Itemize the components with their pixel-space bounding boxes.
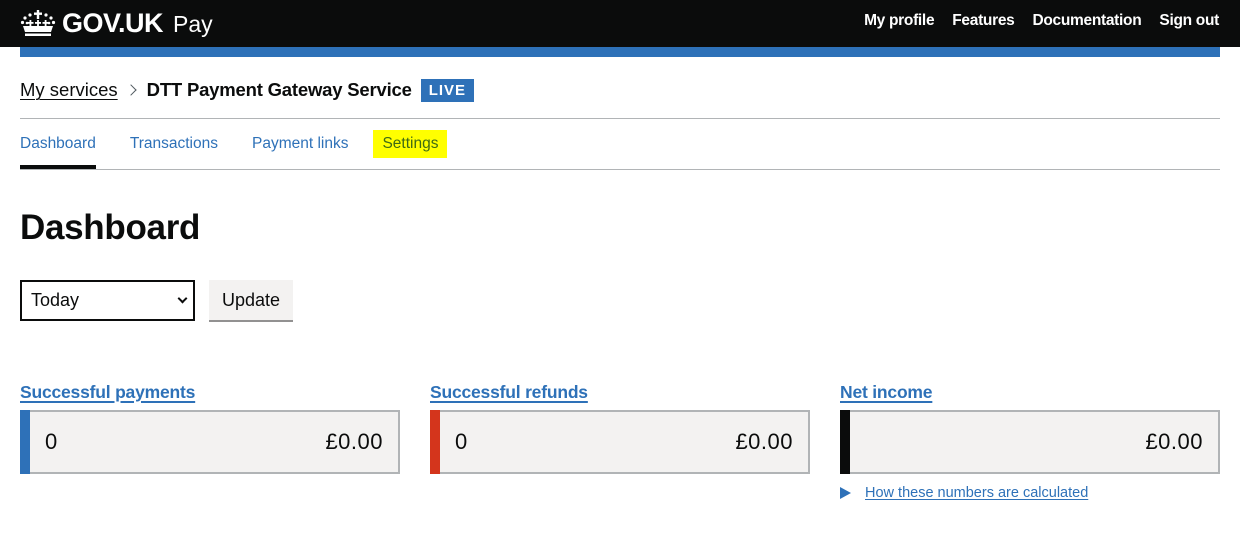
triangle-right-icon bbox=[840, 487, 851, 499]
product-name: Pay bbox=[173, 10, 213, 37]
how-numbers-calculated-link[interactable]: How these numbers are calculated bbox=[865, 485, 1088, 501]
header-accent-bar bbox=[20, 47, 1220, 57]
service-subnav: Dashboard Transactions Payment links Set… bbox=[20, 120, 481, 170]
calculation-details[interactable]: How these numbers are calculated bbox=[840, 485, 1088, 501]
nav-my-profile[interactable]: My profile bbox=[864, 12, 935, 30]
update-button[interactable]: Update bbox=[209, 280, 293, 320]
card-box: £0.00 bbox=[840, 410, 1220, 474]
govuk-pay-logo[interactable]: GOV.UK Pay bbox=[20, 6, 213, 40]
net-income-link[interactable]: Net income bbox=[840, 380, 1220, 410]
tab-dashboard[interactable]: Dashboard bbox=[20, 120, 96, 170]
card-color-stripe bbox=[840, 410, 850, 474]
net-income-card: Net income £0.00 bbox=[840, 380, 1220, 474]
card-color-stripe bbox=[430, 410, 440, 474]
tab-settings-label: Settings bbox=[373, 130, 448, 158]
chevron-down-icon bbox=[177, 293, 188, 304]
successful-payments-link[interactable]: Successful payments bbox=[20, 380, 400, 410]
header-nav: My profile Features Documentation Sign o… bbox=[846, 12, 1219, 30]
divider bbox=[20, 169, 1220, 170]
nav-sign-out[interactable]: Sign out bbox=[1159, 12, 1219, 30]
site-header: GOV.UK Pay My profile Features Documenta… bbox=[0, 0, 1240, 47]
net-income-amount: £0.00 bbox=[1145, 429, 1203, 454]
breadcrumb: My services DTT Payment Gateway Service … bbox=[20, 77, 475, 103]
nav-documentation[interactable]: Documentation bbox=[1032, 12, 1141, 30]
crown-icon bbox=[20, 10, 56, 36]
page-title: Dashboard bbox=[20, 208, 201, 247]
refunds-count: 0 bbox=[455, 429, 468, 454]
refunds-amount: £0.00 bbox=[735, 429, 793, 454]
payments-amount: £0.00 bbox=[325, 429, 383, 454]
card-box: 0 £0.00 bbox=[20, 410, 400, 474]
successful-payments-card: Successful payments 0 £0.00 bbox=[20, 380, 400, 474]
tab-settings[interactable]: Settings bbox=[373, 120, 448, 169]
logo-text: GOV.UK bbox=[62, 7, 164, 38]
tab-transactions[interactable]: Transactions bbox=[130, 120, 218, 169]
payments-count: 0 bbox=[45, 429, 58, 454]
period-select[interactable]: Today bbox=[20, 280, 195, 321]
nav-features[interactable]: Features bbox=[952, 12, 1015, 30]
card-color-stripe bbox=[20, 410, 30, 474]
period-select-value: Today bbox=[31, 290, 80, 310]
successful-refunds-card: Successful refunds 0 £0.00 bbox=[430, 380, 810, 474]
card-box: 0 £0.00 bbox=[430, 410, 810, 474]
successful-refunds-link[interactable]: Successful refunds bbox=[430, 380, 810, 410]
breadcrumb-my-services-link[interactable]: My services bbox=[20, 79, 118, 101]
service-name: DTT Payment Gateway Service bbox=[146, 79, 412, 100]
chevron-right-icon bbox=[124, 84, 137, 96]
tab-payment-links[interactable]: Payment links bbox=[252, 120, 348, 169]
live-status-tag: LIVE bbox=[420, 78, 475, 102]
divider bbox=[20, 118, 1220, 119]
